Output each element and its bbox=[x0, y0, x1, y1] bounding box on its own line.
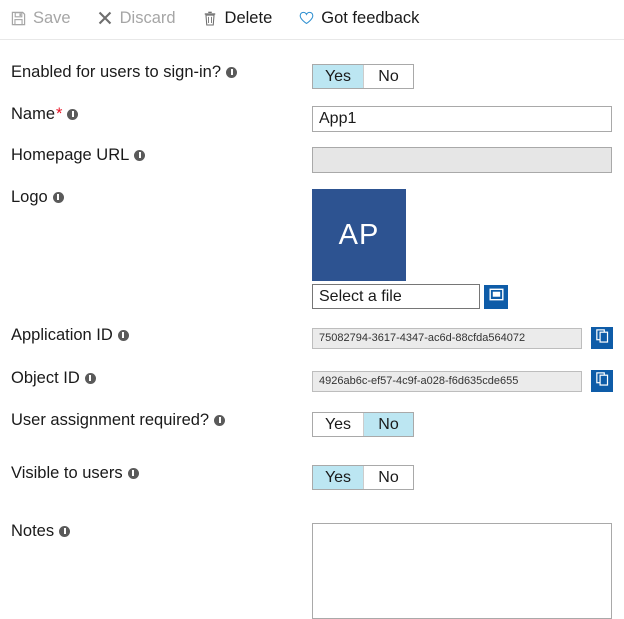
save-label: Save bbox=[33, 9, 71, 28]
application-id-label: Application ID bbox=[0, 327, 312, 344]
close-icon bbox=[97, 10, 113, 26]
homepage-url-input[interactable] bbox=[312, 147, 612, 173]
notes-label: Notes bbox=[0, 523, 312, 540]
notes-control bbox=[312, 523, 624, 619]
homepage-url-control bbox=[312, 147, 624, 173]
user-assignment-option-no[interactable]: No bbox=[363, 413, 413, 436]
homepage-url-label: Homepage URL bbox=[0, 147, 312, 164]
heart-icon bbox=[298, 10, 314, 26]
row-application-id: Application ID 75082794-3617-4347-ac6d-8… bbox=[0, 327, 624, 349]
row-logo: Logo AP Select a file bbox=[0, 189, 624, 309]
object-id-label-text: Object ID bbox=[11, 370, 80, 387]
info-icon[interactable] bbox=[118, 330, 129, 341]
folder-icon bbox=[489, 288, 504, 306]
logo-label: Logo bbox=[0, 189, 312, 206]
application-id-value[interactable]: 75082794-3617-4347-ac6d-88cfda564072 bbox=[312, 328, 582, 349]
visible-to-users-label: Visible to users bbox=[0, 465, 312, 482]
name-input[interactable]: App1 bbox=[312, 106, 612, 132]
visible-to-users-label-text: Visible to users bbox=[11, 465, 123, 482]
notes-textarea[interactable] bbox=[312, 523, 612, 619]
notes-label-text: Notes bbox=[11, 523, 54, 540]
row-user-assignment: User assignment required? Yes No bbox=[0, 412, 624, 437]
info-icon[interactable] bbox=[53, 192, 64, 203]
row-enabled-signin: Enabled for users to sign-in? Yes No bbox=[0, 64, 624, 89]
enabled-signin-option-no[interactable]: No bbox=[363, 65, 413, 88]
homepage-url-label-text: Homepage URL bbox=[11, 147, 129, 164]
name-control: App1 bbox=[312, 106, 624, 132]
enabled-signin-toggle[interactable]: Yes No bbox=[312, 64, 414, 89]
copy-icon bbox=[596, 329, 609, 348]
row-object-id: Object ID 4926ab6c-ef57-4c9f-a028-f6d635… bbox=[0, 370, 624, 392]
delete-label: Delete bbox=[225, 9, 273, 28]
application-id-label-text: Application ID bbox=[11, 327, 113, 344]
copy-icon bbox=[596, 372, 609, 391]
object-id-control: 4926ab6c-ef57-4c9f-a028-f6d635cde655 bbox=[312, 370, 624, 392]
row-name: Name * App1 bbox=[0, 106, 624, 132]
logo-file-row: Select a file bbox=[312, 284, 624, 309]
logo-browse-button[interactable] bbox=[484, 285, 508, 309]
row-notes: Notes bbox=[0, 523, 624, 619]
discard-label: Discard bbox=[120, 9, 176, 28]
application-id-control: 75082794-3617-4347-ac6d-88cfda564072 bbox=[312, 327, 624, 349]
enabled-signin-label-text: Enabled for users to sign-in? bbox=[11, 64, 221, 81]
row-visible-to-users: Visible to users Yes No bbox=[0, 465, 624, 490]
info-icon[interactable] bbox=[59, 526, 70, 537]
visible-to-users-toggle[interactable]: Yes No bbox=[312, 465, 414, 490]
info-icon[interactable] bbox=[214, 415, 225, 426]
logo-preview: AP bbox=[312, 189, 406, 281]
logo-label-text: Logo bbox=[11, 189, 48, 206]
logo-initials: AP bbox=[339, 219, 380, 252]
logo-file-input[interactable]: Select a file bbox=[312, 284, 480, 309]
enabled-signin-option-yes[interactable]: Yes bbox=[313, 65, 363, 88]
enabled-signin-control: Yes No bbox=[312, 64, 624, 89]
enabled-signin-label: Enabled for users to sign-in? bbox=[0, 64, 312, 81]
user-assignment-control: Yes No bbox=[312, 412, 624, 437]
visible-to-users-option-no[interactable]: No bbox=[363, 466, 413, 489]
info-icon[interactable] bbox=[134, 150, 145, 161]
name-label-text: Name bbox=[11, 106, 55, 123]
logo-control: AP Select a file bbox=[312, 189, 624, 309]
user-assignment-label: User assignment required? bbox=[0, 412, 312, 429]
info-icon[interactable] bbox=[67, 109, 78, 120]
info-icon[interactable] bbox=[128, 468, 139, 479]
delete-button[interactable]: Delete bbox=[202, 9, 273, 28]
user-assignment-option-yes[interactable]: Yes bbox=[313, 413, 363, 436]
application-id-copy-button[interactable] bbox=[591, 327, 613, 349]
application-properties-form: Enabled for users to sign-in? Yes No Nam… bbox=[0, 36, 624, 619]
user-assignment-label-text: User assignment required? bbox=[11, 412, 209, 429]
info-icon[interactable] bbox=[85, 373, 96, 384]
save-button[interactable]: Save bbox=[10, 9, 71, 28]
object-id-copy-button[interactable] bbox=[591, 370, 613, 392]
object-id-label: Object ID bbox=[0, 370, 312, 387]
required-asterisk: * bbox=[56, 106, 62, 123]
got-feedback-button[interactable]: Got feedback bbox=[298, 9, 419, 28]
command-toolbar: Save Discard Delete Got feedback bbox=[0, 0, 624, 36]
visible-to-users-option-yes[interactable]: Yes bbox=[313, 466, 363, 489]
got-feedback-label: Got feedback bbox=[321, 9, 419, 28]
row-homepage-url: Homepage URL bbox=[0, 147, 624, 173]
user-assignment-toggle[interactable]: Yes No bbox=[312, 412, 414, 437]
object-id-value[interactable]: 4926ab6c-ef57-4c9f-a028-f6d635cde655 bbox=[312, 371, 582, 392]
info-icon[interactable] bbox=[226, 67, 237, 78]
visible-to-users-control: Yes No bbox=[312, 465, 624, 490]
save-icon bbox=[10, 10, 26, 26]
trash-icon bbox=[202, 10, 218, 26]
discard-button[interactable]: Discard bbox=[97, 9, 176, 28]
name-label: Name * bbox=[0, 106, 312, 123]
